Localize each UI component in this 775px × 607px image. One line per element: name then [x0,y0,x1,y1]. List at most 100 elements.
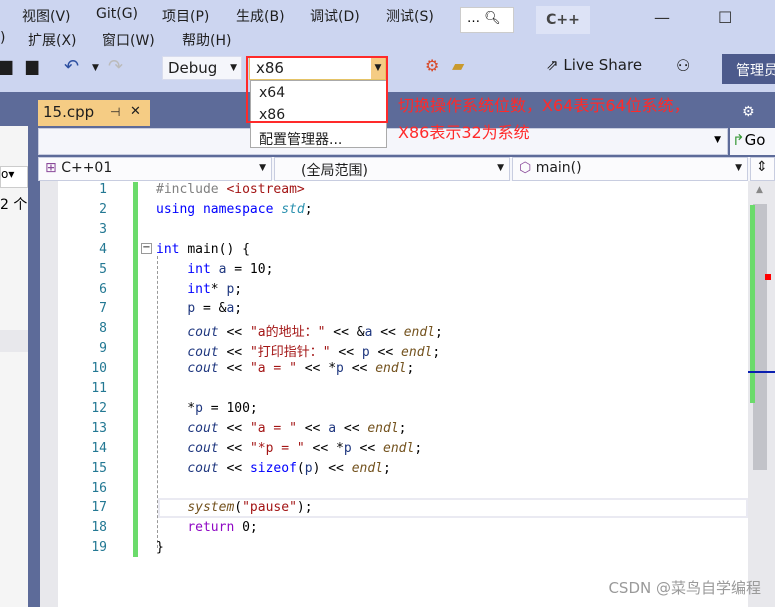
admin-button[interactable]: 管理员 [722,54,775,84]
split-icon[interactable]: ⇕ [750,157,775,181]
code-token: ; [383,460,391,476]
code-token: "打印指针：" [249,345,331,361]
code-token: << * [304,440,344,456]
save-icon[interactable]: ▆ [0,56,12,80]
collapse-icon[interactable]: − [141,243,152,254]
menu-item[interactable]: 测试(S) [386,6,434,26]
go-button[interactable]: ↱Go [730,128,775,155]
project-dropdown[interactable]: ⊞ C++01 ▼ [38,157,272,181]
code-line[interactable]: int* p; [156,282,242,297]
line-number: 19 [91,540,107,556]
code-line[interactable]: } [156,540,164,555]
code-token: ; [398,420,407,436]
code-token: ; [435,325,443,341]
tab-15-cpp[interactable]: 15.cpp ⊣ ✕ [38,100,150,126]
member-dropdown[interactable]: ⬡ main() ▼ [512,157,748,181]
build-icon[interactable]: ⚙ [425,56,439,80]
line-number: 5 [99,261,107,277]
code-token: endl [375,361,407,377]
code-line[interactable]: cout << sizeof(p) << endl; [156,461,391,476]
tab-label: 15.cpp [43,103,95,121]
code-token: std [281,201,305,217]
code-token: <iostream> [226,182,305,197]
left-panel-search-icon[interactable]: o▾ [0,166,28,188]
code-token: int [156,241,188,257]
code-token: cout [187,440,219,456]
scrollbar-thumb[interactable] [753,204,767,470]
code-token: ; [432,345,441,361]
minimize-button[interactable]: — [654,8,670,27]
code-token: using namespace [156,201,282,217]
code-token: cout [187,460,219,476]
line-number: 18 [91,520,107,536]
save-all-icon[interactable]: ▆ [26,56,38,80]
undo-icon[interactable]: ↶ [64,56,79,80]
code-token: cout [187,361,219,377]
code-token: int [156,261,219,277]
code-token: << [369,345,402,361]
code-token: << [372,325,404,341]
line-number: 9 [99,341,107,357]
code-token: * [210,281,227,297]
code-token: << [218,420,250,436]
code-token: << [218,325,250,341]
scroll-up-icon[interactable]: ▲ [756,185,763,195]
code-line[interactable]: cout << "a = " << a << endl; [156,420,407,436]
line-number: 6 [99,281,107,297]
search-label: … [467,11,480,26]
line-number: 14 [91,440,107,456]
close-icon[interactable]: ✕ [130,104,141,119]
watermark: CSDN @菜鸟自学编程 [608,579,761,597]
scroll-caret-marker [748,371,775,373]
annotation-text-1: 切换操作系统位数，X64表示64位系统， [398,96,690,115]
menu-item[interactable]: 调试(D) [310,6,360,26]
scope-dropdown[interactable]: (全局范围) ▼ [274,157,510,181]
code-line[interactable]: cout << "打印指针：" << p << endl; [156,341,440,360]
code-line[interactable]: cout << "a = " << *p << endl; [156,361,414,376]
menu-item[interactable]: 项目(P) [162,6,209,26]
code-line[interactable]: cout << "a的地址：" << &a << endl; [156,321,443,340]
menu-item[interactable]: ) [0,30,5,46]
pin-icon[interactable]: ⊣ [110,105,120,119]
redo-icon[interactable]: ↷ [108,56,123,80]
feedback-icon[interactable]: ⚇ [676,56,690,80]
menu-item[interactable]: Git(G) [96,6,138,22]
code-line[interactable]: return 0; [156,520,257,536]
search-box[interactable]: … 🔍︎ [460,7,514,33]
live-share-button[interactable]: ⇗ Live Share [546,56,642,80]
search-icon: 🔍︎ [484,11,501,26]
folder-icon[interactable]: ▰ [452,56,464,80]
code-line[interactable]: *p = 100; [156,401,257,416]
code-token: system [187,500,235,516]
code-line[interactable]: cout << "*p = " << *p << endl; [156,441,422,456]
undo-dropdown-icon[interactable]: ▼ [92,56,99,80]
menu-item[interactable]: 扩展(X) [28,30,77,50]
menu-item[interactable]: 窗口(W) [102,30,155,50]
code-line[interactable]: #include <iostream> [156,182,305,197]
annotation-highlight-box [246,56,388,123]
gear-icon[interactable]: ⚙ [742,104,755,120]
code-line[interactable]: p = &a; [156,301,242,316]
menu-item[interactable]: 视图(V) [22,6,71,26]
code-line[interactable]: int a = 10; [156,262,273,277]
chevron-down-icon: ▼ [230,63,237,73]
configuration-manager-item[interactable]: 配置管理器... [259,129,342,149]
code-line[interactable]: using namespace std; [156,202,313,217]
annotation-text-2: X86表示32为系统 [398,123,530,142]
maximize-button[interactable]: ☐ [718,8,732,27]
chevron-down-icon: ▼ [735,163,742,173]
menu-item[interactable]: 生成(B) [236,6,285,26]
code-token: return [187,520,243,536]
menu-item[interactable]: 帮助(H) [182,30,231,50]
line-number: 15 [91,460,107,476]
code-token: "a = " [249,420,297,436]
code-line[interactable]: int main() { [156,242,250,257]
code-line[interactable]: system("pause"); [156,500,312,516]
left-panel-selected-row[interactable] [0,330,28,352]
configuration-dropdown[interactable]: Debug ▼ [162,56,242,80]
